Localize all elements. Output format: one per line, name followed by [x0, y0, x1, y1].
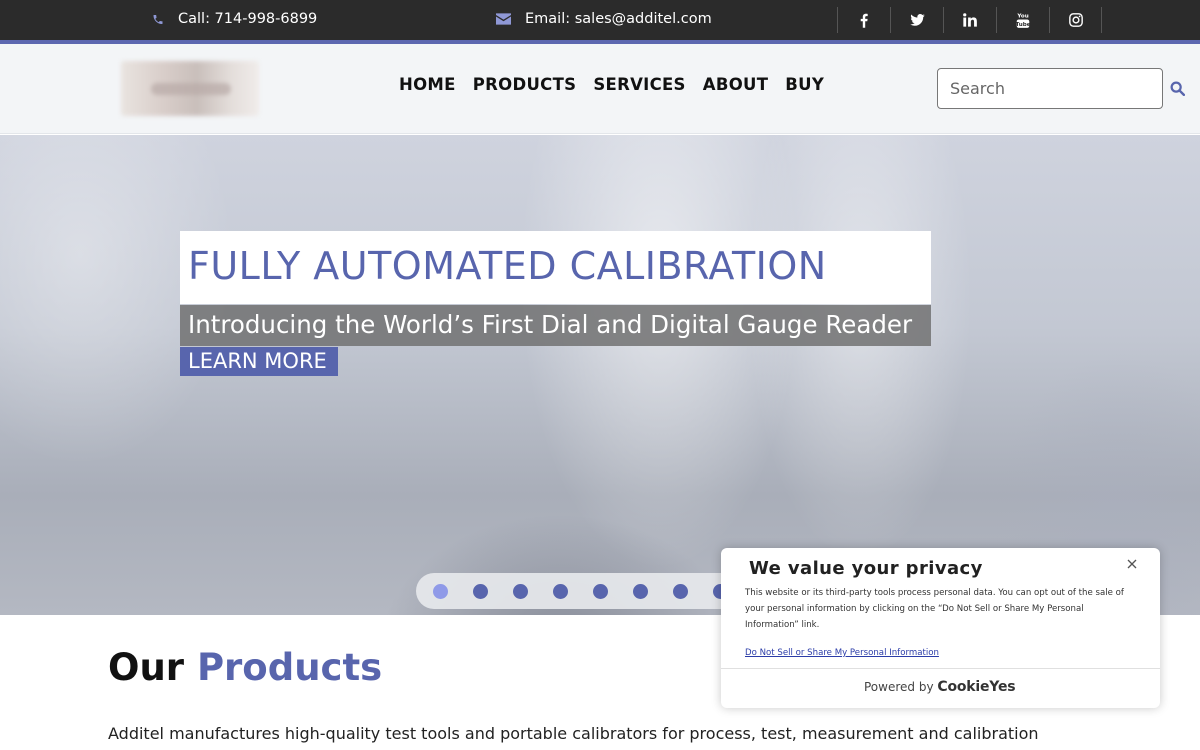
nav-buy[interactable]: BUY: [785, 75, 824, 94]
cookie-title: We value your privacy: [749, 558, 983, 579]
products-heading: Our Products: [108, 646, 382, 689]
top-contact-bar: Call: 714-998-6899 Email: sales@additel.…: [0, 0, 1200, 40]
cookie-divider: [721, 668, 1160, 669]
facebook-icon: [860, 13, 868, 28]
phone-icon: [153, 14, 163, 24]
hero-title-panel: FULLY AUTOMATED CALIBRATION: [180, 231, 931, 304]
slider-dot[interactable]: [593, 584, 608, 599]
nav-about[interactable]: ABOUT: [703, 75, 769, 94]
search-icon[interactable]: [1170, 81, 1185, 96]
cookieyes-logo: CookieYes: [937, 679, 1016, 695]
contact-phone[interactable]: Call: 714-998-6899: [152, 11, 317, 27]
linkedin-icon: [963, 13, 977, 27]
cookie-powered-by: Powered by CookieYes: [864, 679, 1016, 695]
slider-dot[interactable]: [473, 584, 488, 599]
facebook-link[interactable]: [837, 7, 890, 33]
slider-dot[interactable]: [513, 584, 528, 599]
svg-text:You: You: [1016, 13, 1028, 19]
slider-dot[interactable]: [553, 584, 568, 599]
youtube-link[interactable]: You Tube: [996, 7, 1049, 33]
site-header: HOME PRODUCTS SERVICES ABOUT BUY: [0, 44, 1200, 134]
search-input[interactable]: [938, 69, 1162, 108]
cookie-banner: We value your privacy This website or it…: [721, 548, 1160, 708]
company-logo[interactable]: [121, 61, 259, 116]
instagram-link[interactable]: [1049, 7, 1102, 33]
slider-dot[interactable]: [633, 584, 648, 599]
slider-dot[interactable]: [673, 584, 688, 599]
twitter-icon: [909, 14, 925, 26]
powered-by-label: Powered by: [864, 680, 934, 694]
products-heading-plain: Our: [108, 646, 185, 689]
close-icon[interactable]: [1124, 556, 1140, 572]
hero-subtitle: Introducing the World’s First Dial and D…: [188, 310, 913, 339]
youtube-icon: You Tube: [1016, 13, 1030, 28]
main-nav: HOME PRODUCTS SERVICES ABOUT BUY: [399, 75, 824, 94]
linkedin-link[interactable]: [943, 7, 996, 33]
nav-services[interactable]: SERVICES: [593, 75, 685, 94]
nav-home[interactable]: HOME: [399, 75, 456, 94]
learn-more-button[interactable]: LEARN MORE: [180, 347, 338, 376]
search-box: [937, 68, 1163, 109]
slider-dot[interactable]: [433, 584, 448, 599]
hero-subtitle-panel: Introducing the World’s First Dial and D…: [180, 305, 931, 346]
cookie-body: This website or its third-party tools pr…: [745, 588, 1124, 630]
products-intro: Additel manufactures high-quality test t…: [108, 724, 1039, 743]
contact-email[interactable]: Email: sales@additel.com: [496, 11, 712, 27]
svg-text:Tube: Tube: [1016, 22, 1030, 28]
contact-phone-label: Call: 714-998-6899: [178, 11, 318, 27]
twitter-link[interactable]: [890, 7, 943, 33]
hero-slider: FULLY AUTOMATED CALIBRATION Introducing …: [0, 135, 1200, 615]
hero-title: FULLY AUTOMATED CALIBRATION: [188, 244, 827, 288]
contact-email-label: Email: sales@additel.com: [525, 11, 712, 27]
products-heading-accent: Products: [196, 646, 383, 689]
nav-products[interactable]: PRODUCTS: [473, 75, 577, 94]
do-not-sell-link[interactable]: Do Not Sell or Share My Personal Informa…: [745, 648, 939, 658]
envelope-icon: [496, 13, 511, 25]
social-links: You Tube: [837, 7, 1102, 33]
instagram-icon: [1068, 13, 1083, 27]
